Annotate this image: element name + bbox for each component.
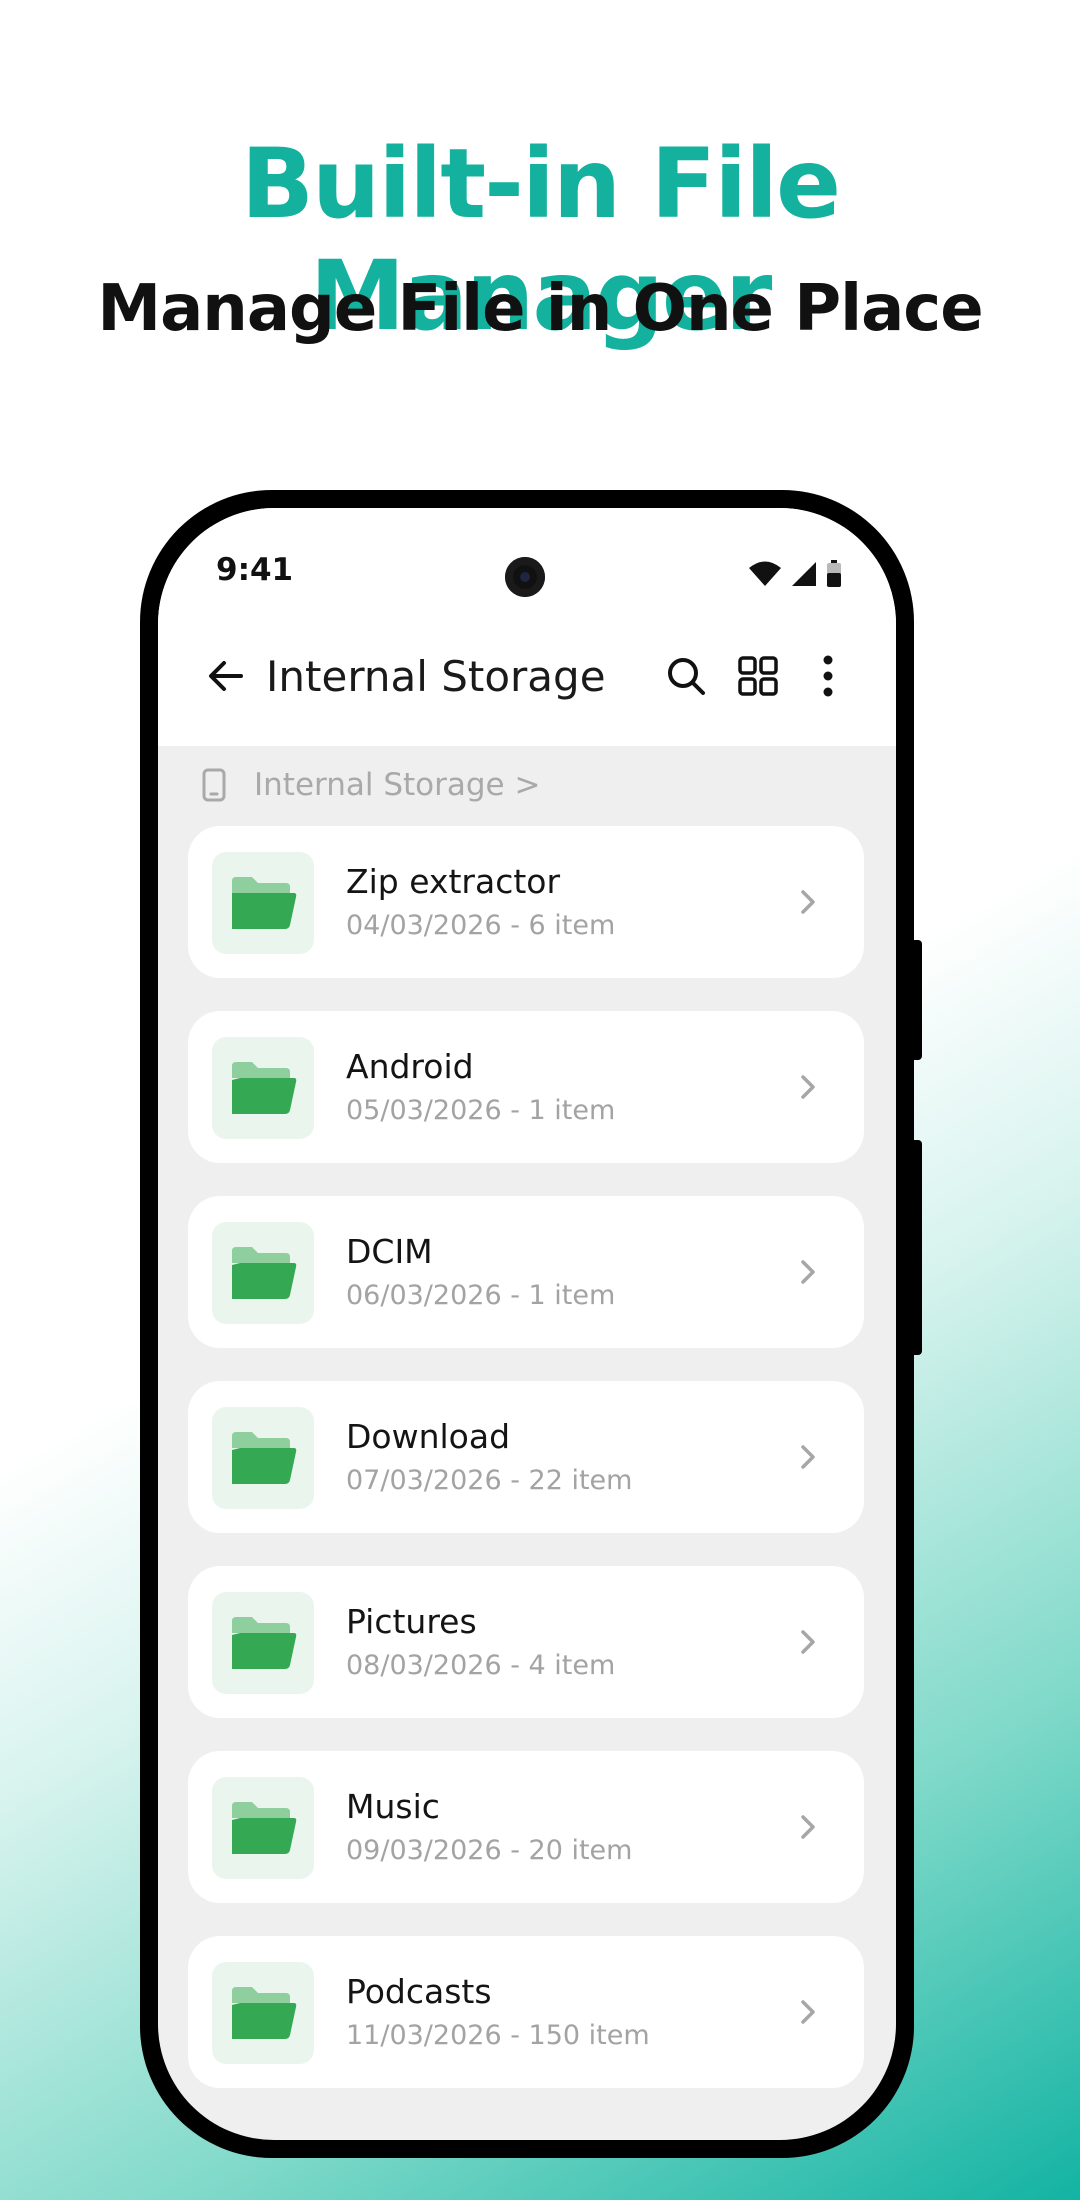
folder-item[interactable]: Podcasts 11/03/2026 - 150 item: [188, 1936, 864, 2088]
folder-thumbnail: [212, 1222, 314, 1324]
folder-name: Download: [346, 1417, 511, 1456]
folder-icon: [232, 1617, 297, 1669]
folder-thumbnail: [212, 1407, 314, 1509]
battery-icon: [827, 560, 841, 587]
folder-icon: [232, 1432, 297, 1484]
search-icon: [668, 658, 705, 695]
folder-item[interactable]: Zip extractor 04/03/2026 - 6 item: [188, 826, 864, 978]
folder-meta: 11/03/2026 - 150 item: [346, 2020, 650, 2051]
folder-meta: 07/03/2026 - 22 item: [346, 1465, 633, 1496]
folder-item[interactable]: Pictures 08/03/2026 - 4 item: [188, 1566, 864, 1718]
chevron-right-icon: [788, 1992, 828, 2032]
folder-name: Pictures: [346, 1602, 477, 1641]
status-icons: [748, 560, 842, 588]
folder-name: Music: [346, 1787, 440, 1826]
folder-item[interactable]: Music 09/03/2026 - 20 item: [188, 1751, 864, 1903]
chevron-right-icon: [788, 1622, 828, 1662]
phone-frame: 9:41 Internal Storage Internal Storage >…: [140, 490, 914, 2158]
folder-meta: 05/03/2026 - 1 item: [346, 1095, 616, 1126]
grid-icon: [738, 656, 778, 696]
folder-item[interactable]: DCIM 06/03/2026 - 1 item: [188, 1196, 864, 1348]
more-options-button[interactable]: [798, 646, 858, 706]
folder-name: Podcasts: [346, 1972, 492, 2011]
folder-item[interactable]: Android 05/03/2026 - 1 item: [188, 1011, 864, 1163]
chevron-right-icon: [788, 882, 828, 922]
breadcrumb[interactable]: Internal Storage >: [202, 760, 540, 810]
chevron-right-icon: [788, 1437, 828, 1477]
folder-thumbnail: [212, 1777, 314, 1879]
chevron-right-icon: [788, 1807, 828, 1847]
folder-thumbnail: [212, 1037, 314, 1139]
signal-icon: [792, 562, 816, 586]
grid-view-button[interactable]: [728, 646, 788, 706]
folder-meta: 06/03/2026 - 1 item: [346, 1280, 616, 1311]
back-button[interactable]: [198, 648, 254, 704]
chevron-right-icon: [788, 1067, 828, 1107]
folder-icon: [232, 1247, 297, 1299]
subheadline: Manage File in One Place: [97, 272, 983, 346]
more-vertical-icon: [823, 655, 833, 697]
arrow-left-icon: [209, 661, 243, 691]
folder-meta: 09/03/2026 - 20 item: [346, 1835, 633, 1866]
folder-icon: [232, 1802, 297, 1854]
search-button[interactable]: [656, 646, 716, 706]
folder-icon: [232, 1987, 297, 2039]
app-bar: [158, 508, 896, 746]
folder-meta: 04/03/2026 - 6 item: [346, 910, 616, 941]
folder-icon: [232, 1062, 297, 1114]
breadcrumb-label: Internal Storage >: [254, 767, 541, 803]
folder-thumbnail: [212, 852, 314, 954]
folder-name: Android: [346, 1047, 474, 1086]
folder-thumbnail: [212, 1962, 314, 2064]
folder-meta: 08/03/2026 - 4 item: [346, 1650, 616, 1681]
wifi-icon: [749, 561, 781, 586]
folder-name: DCIM: [346, 1232, 433, 1271]
folder-item[interactable]: Download 07/03/2026 - 22 item: [188, 1381, 864, 1533]
folder-icon: [232, 877, 297, 929]
page-title: Internal Storage: [266, 652, 606, 701]
chevron-right-icon: [788, 1252, 828, 1292]
folder-list: Zip extractor 04/03/2026 - 6 item Androi…: [188, 826, 864, 2121]
folder-name: Zip extractor: [346, 862, 561, 901]
status-time: 9:41: [216, 552, 294, 588]
folder-thumbnail: [212, 1592, 314, 1694]
phone-icon: [202, 768, 226, 802]
phone-screen: 9:41 Internal Storage Internal Storage >…: [158, 508, 896, 2140]
front-camera: [505, 557, 545, 597]
